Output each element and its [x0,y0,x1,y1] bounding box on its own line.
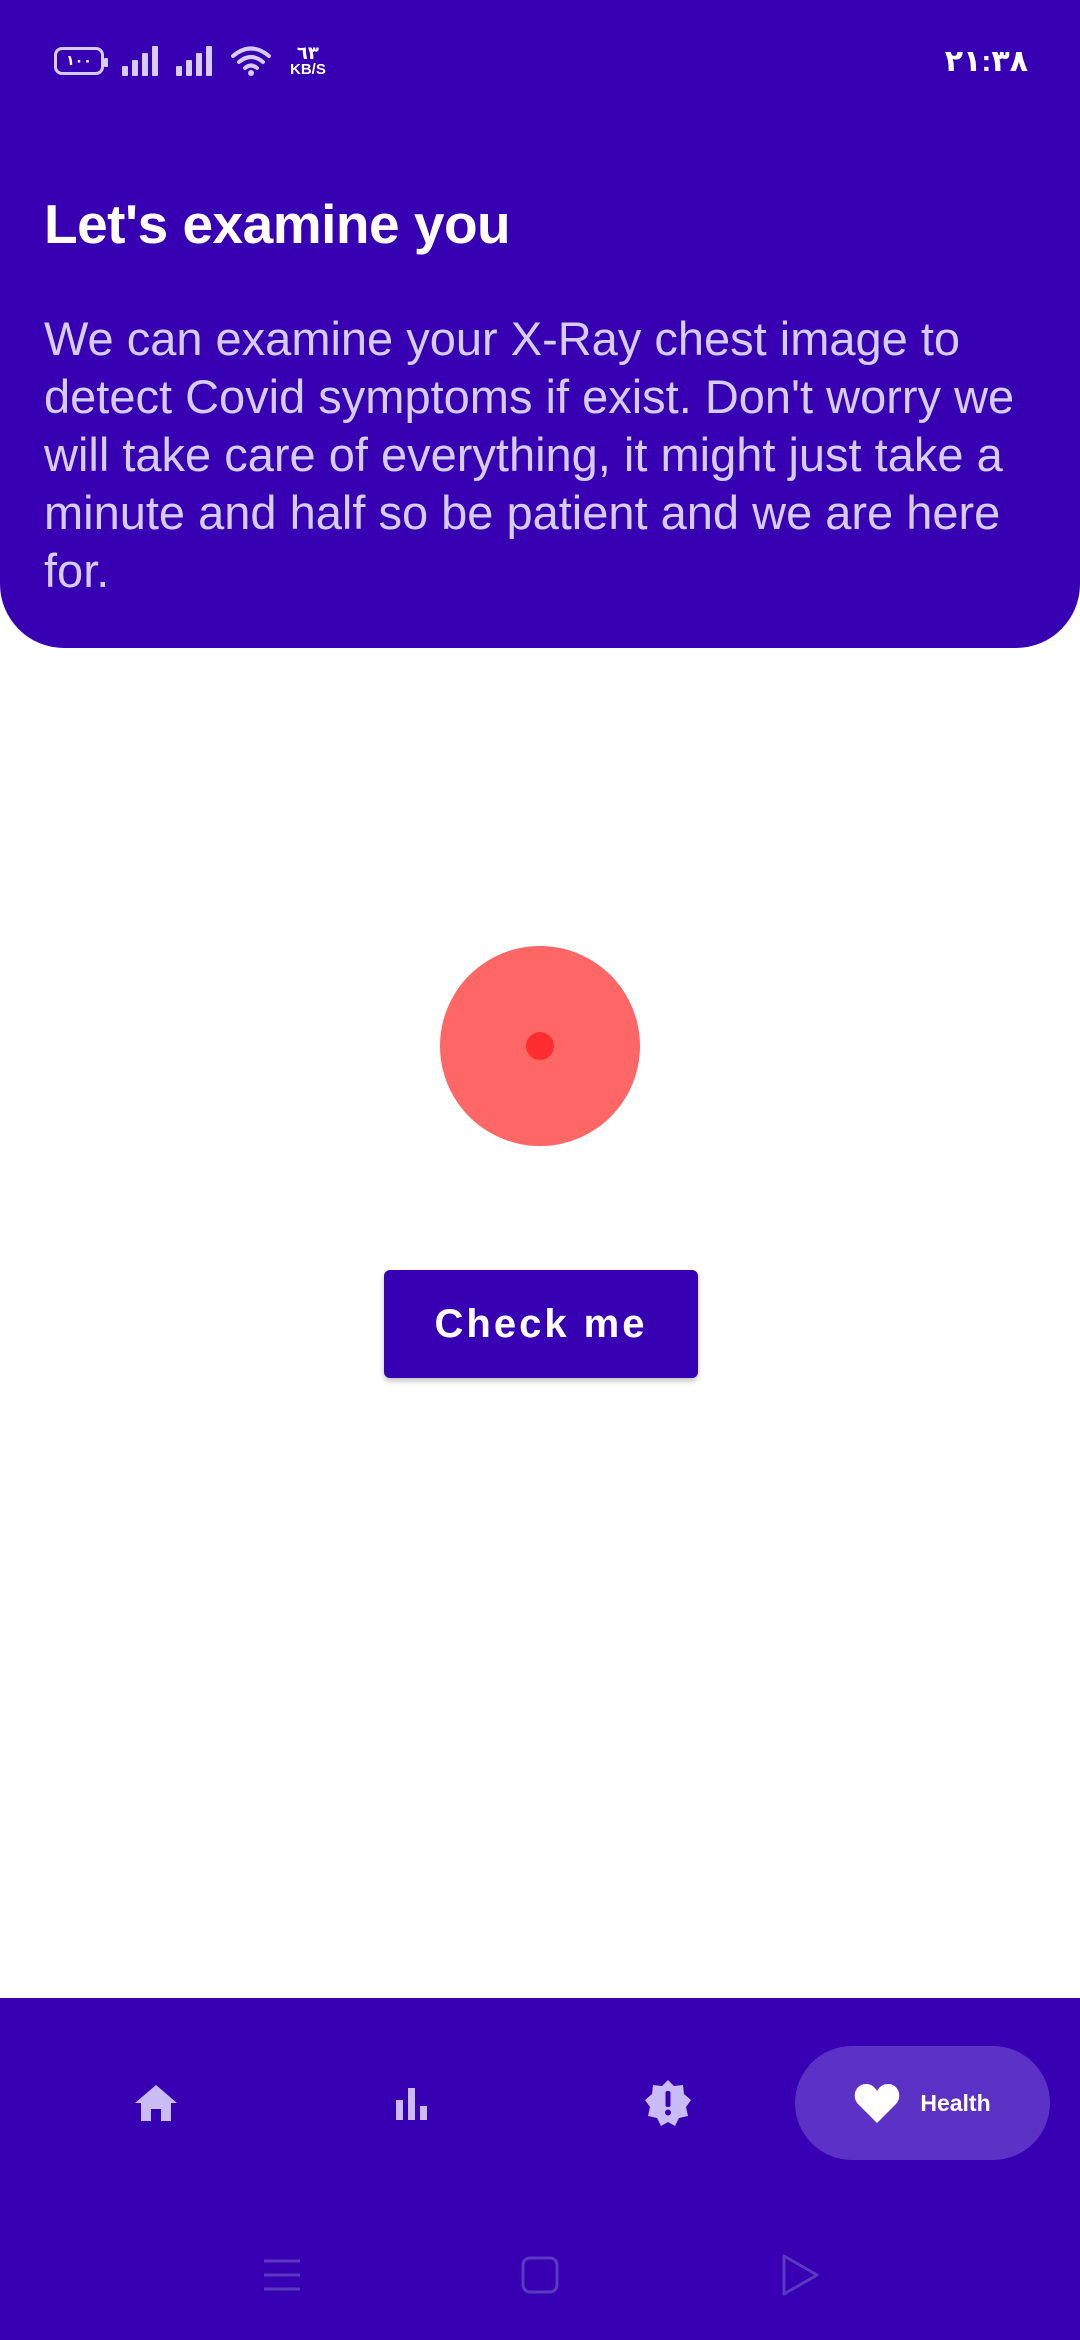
nav-item-health[interactable]: Health [795,2046,1050,2160]
network-speed: ٦٣ KB/S [290,44,326,77]
square-icon [521,2256,559,2294]
pulse-dot [526,1032,554,1060]
page-description: We can examine your X-Ray chest image to… [44,312,1015,597]
battery-level: ١٠٠ [66,52,92,68]
play-icon [782,2254,819,2296]
signal-2-icon [176,45,212,76]
pulse-indicator [440,946,640,1146]
network-speed-unit: KB/S [290,61,326,78]
signal-1-icon [122,45,158,76]
network-speed-value: ٦٣ [296,43,319,63]
check-me-button[interactable]: Check me [384,1270,698,1378]
wifi-icon [231,46,271,76]
bar-chart-icon [396,2088,427,2120]
nav-item-home[interactable] [106,2046,206,2160]
system-home-button[interactable] [508,2240,572,2310]
system-recents-button[interactable] [250,2240,314,2310]
page-title: Let's examine you [44,193,511,255]
system-back-button[interactable] [768,2240,832,2310]
heart-icon [855,2084,900,2123]
nav-health-label: Health [920,2089,991,2116]
battery-icon: ١٠٠ [54,46,108,75]
alert-badge-icon [645,2080,691,2126]
screen: ١٠٠ ٦٣ KB/S ٢١:٣٨ Let's examine you We c… [0,0,1080,2340]
status-icons: ١٠٠ ٦٣ KB/S [54,44,326,77]
status-bar: ١٠٠ ٦٣ KB/S ٢١:٣٨ [0,0,1080,130]
nav-item-alerts[interactable] [618,2046,718,2160]
status-time: ٢١:٣٨ [944,45,1028,78]
nav-item-stats[interactable] [362,2046,462,2160]
menu-icon [264,2259,300,2291]
home-icon [135,2085,177,2121]
header: ١٠٠ ٦٣ KB/S ٢١:٣٨ Let's examine you We c… [0,0,1080,648]
